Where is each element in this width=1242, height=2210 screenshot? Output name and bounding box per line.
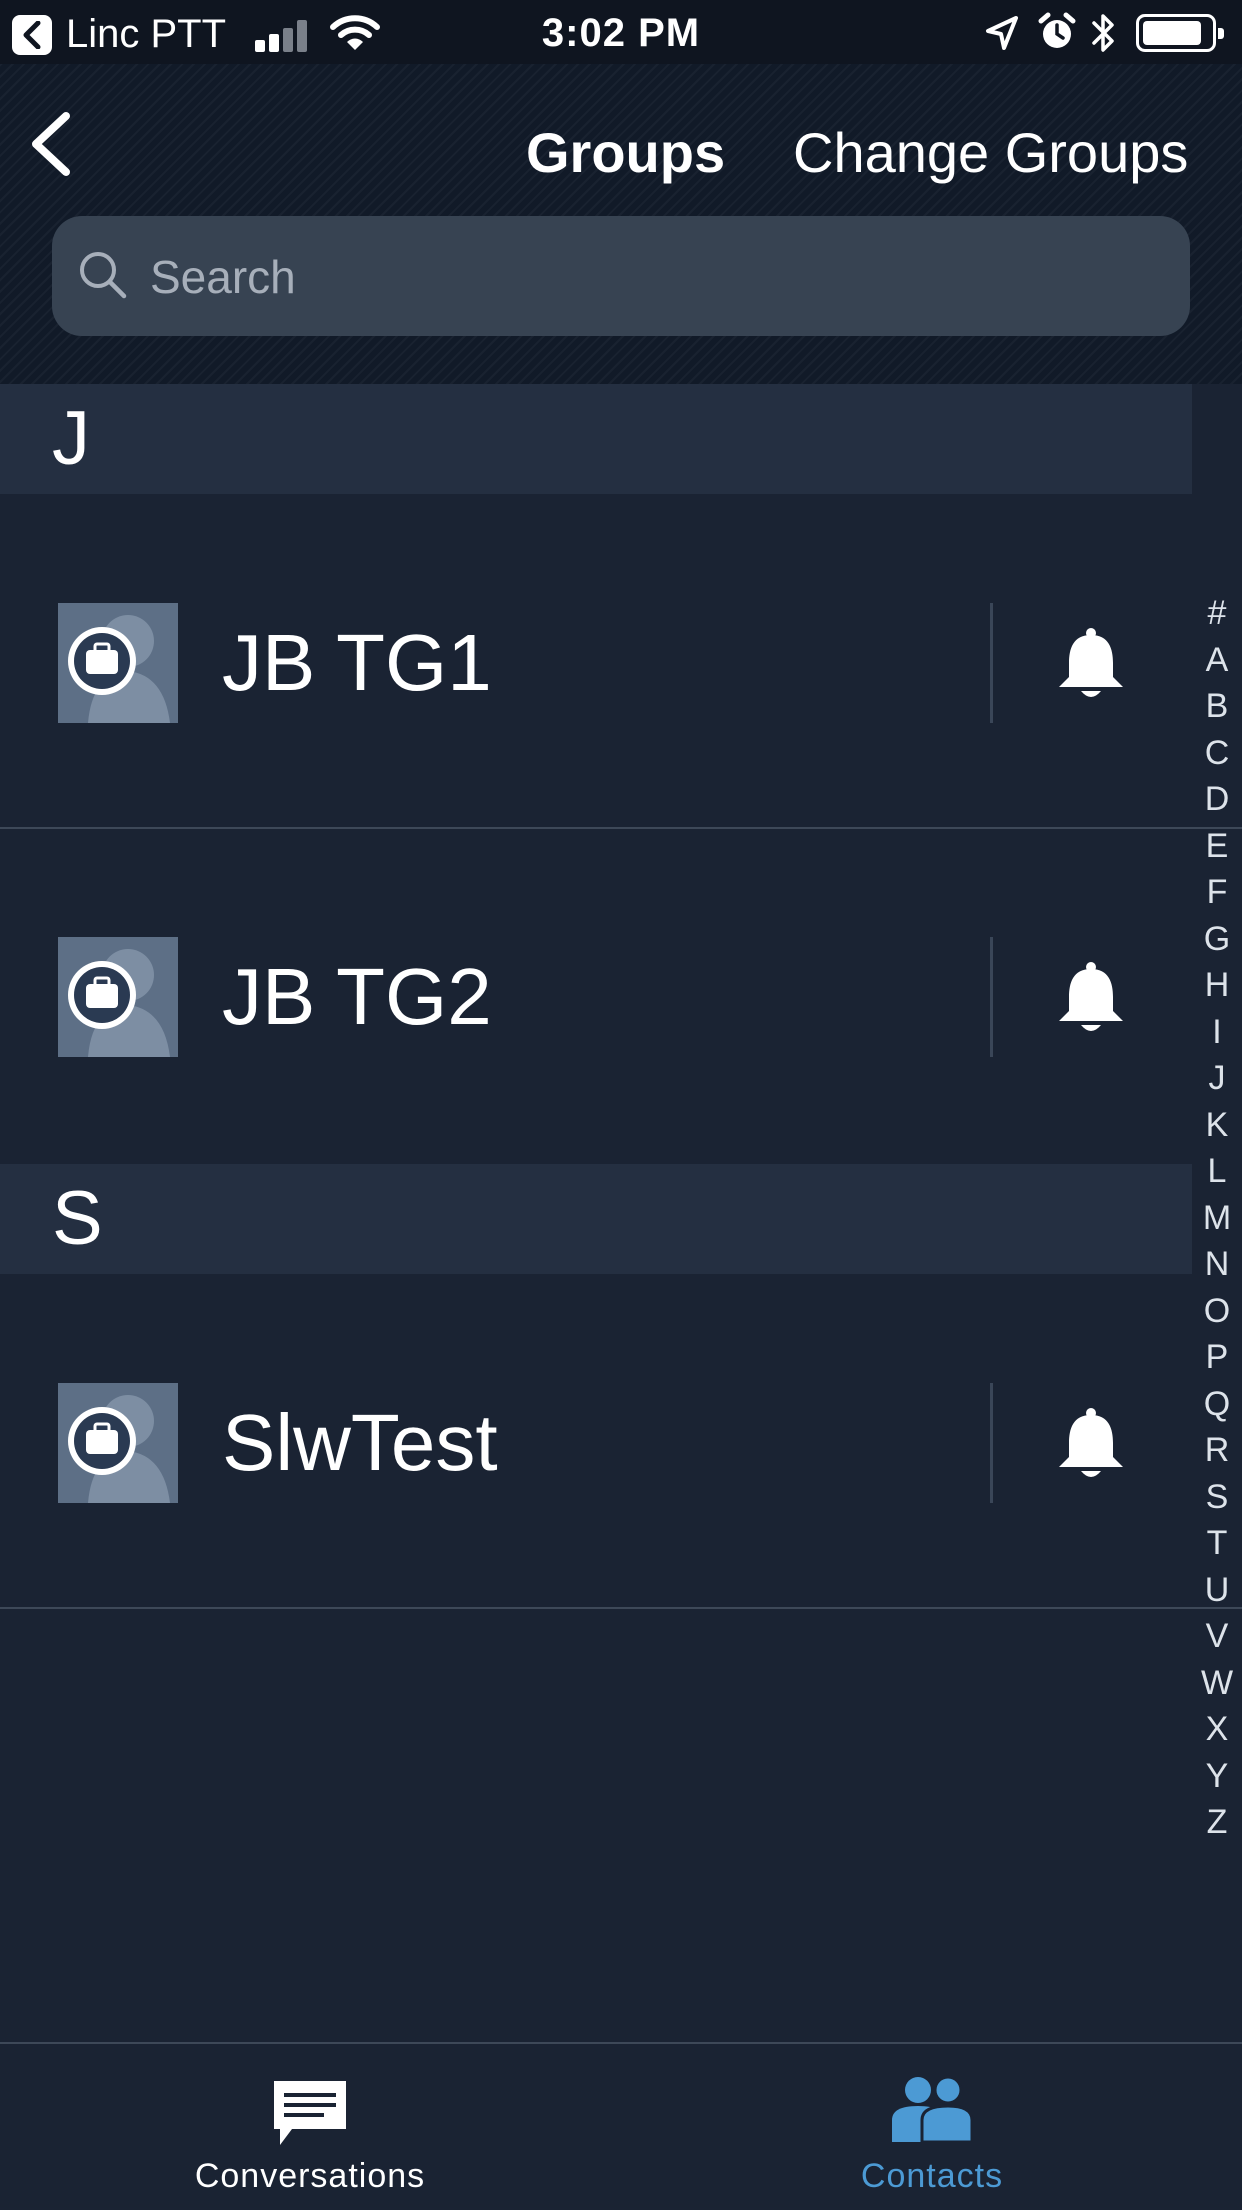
index-letter[interactable]: K <box>1206 1102 1229 1149</box>
section-header-s: S <box>0 1164 1192 1274</box>
index-letter[interactable]: R <box>1205 1427 1230 1474</box>
bottom-tab-bar: Conversations Contacts <box>0 2042 1242 2210</box>
tab-conversations[interactable]: Conversations <box>110 2044 510 2210</box>
tab-contacts-label: Contacts <box>860 2157 1004 2195</box>
index-letter[interactable]: M <box>1203 1195 1231 1242</box>
index-letter[interactable]: N <box>1205 1241 1230 1288</box>
tab-change-groups[interactable]: Change Groups <box>793 104 1188 202</box>
index-letter[interactable]: Z <box>1207 1799 1228 1846</box>
bell-icon[interactable] <box>1055 1407 1127 1483</box>
tab-conversations-label: Conversations <box>194 2157 426 2195</box>
bell-icon[interactable] <box>1055 961 1127 1037</box>
section-header-j: J <box>0 384 1192 494</box>
index-letter[interactable]: X <box>1206 1706 1229 1753</box>
index-letter[interactable]: G <box>1204 916 1230 963</box>
search-input[interactable] <box>148 216 1152 338</box>
tab-groups[interactable]: Groups <box>526 104 725 202</box>
row-divider <box>990 603 993 723</box>
group-avatar-icon <box>58 1383 178 1503</box>
tab-contacts[interactable]: Contacts <box>732 2044 1132 2210</box>
index-letter[interactable]: B <box>1206 683 1229 730</box>
index-letter[interactable]: W <box>1201 1660 1233 1707</box>
index-letter[interactable]: A <box>1206 637 1229 684</box>
list-item[interactable]: JB TG2 <box>0 829 1192 1163</box>
row-divider <box>990 1383 993 1503</box>
index-letter[interactable]: Q <box>1204 1381 1230 1428</box>
index-letter[interactable]: J <box>1209 1055 1226 1102</box>
index-letter[interactable]: O <box>1204 1288 1230 1335</box>
index-letter[interactable]: H <box>1205 962 1230 1009</box>
row-divider <box>990 937 993 1057</box>
index-letter[interactable]: S <box>1206 1474 1229 1521</box>
index-letter[interactable]: I <box>1212 1009 1221 1056</box>
navigation-header: Groups Change Groups <box>0 64 1242 384</box>
index-letter[interactable]: Y <box>1206 1753 1229 1800</box>
status-bar: Linc PTT 3:02 PM <box>0 0 1242 64</box>
index-letter[interactable]: D <box>1205 776 1230 823</box>
index-letter[interactable]: F <box>1207 869 1228 916</box>
index-letter[interactable]: E <box>1206 823 1229 870</box>
group-avatar-icon <box>58 937 178 1057</box>
index-letter[interactable]: T <box>1207 1520 1228 1567</box>
location-arrow-icon <box>986 16 1018 50</box>
list-item[interactable]: SlwTest <box>0 1274 1192 1608</box>
group-avatar-icon <box>58 603 178 723</box>
search-bar[interactable] <box>52 216 1190 338</box>
index-letter[interactable]: V <box>1206 1613 1229 1660</box>
battery-icon <box>1136 14 1224 52</box>
list-item[interactable]: JB TG1 <box>0 494 1192 828</box>
index-letter[interactable]: U <box>1205 1567 1230 1614</box>
index-letter[interactable]: C <box>1205 730 1230 777</box>
index-letter[interactable]: P <box>1206 1334 1229 1381</box>
alphabet-index[interactable]: # A B C D E F G H I J K L M N O P Q R S T U V W X Y Z <box>1192 590 1242 1846</box>
group-name: SlwTest <box>222 1398 498 1487</box>
group-name: JB TG2 <box>222 952 492 1041</box>
index-letter[interactable]: # <box>1208 590 1227 637</box>
conversations-icon <box>274 2081 346 2145</box>
index-letter[interactable]: L <box>1208 1148 1227 1195</box>
alarm-icon <box>1038 12 1076 48</box>
row-separator <box>0 1607 1242 1609</box>
contacts-icon <box>892 2075 974 2144</box>
back-chevron-icon[interactable] <box>22 104 82 184</box>
search-icon <box>80 252 127 299</box>
group-name: JB TG1 <box>222 618 492 707</box>
bell-icon[interactable] <box>1055 627 1127 703</box>
bluetooth-icon <box>1092 14 1114 52</box>
